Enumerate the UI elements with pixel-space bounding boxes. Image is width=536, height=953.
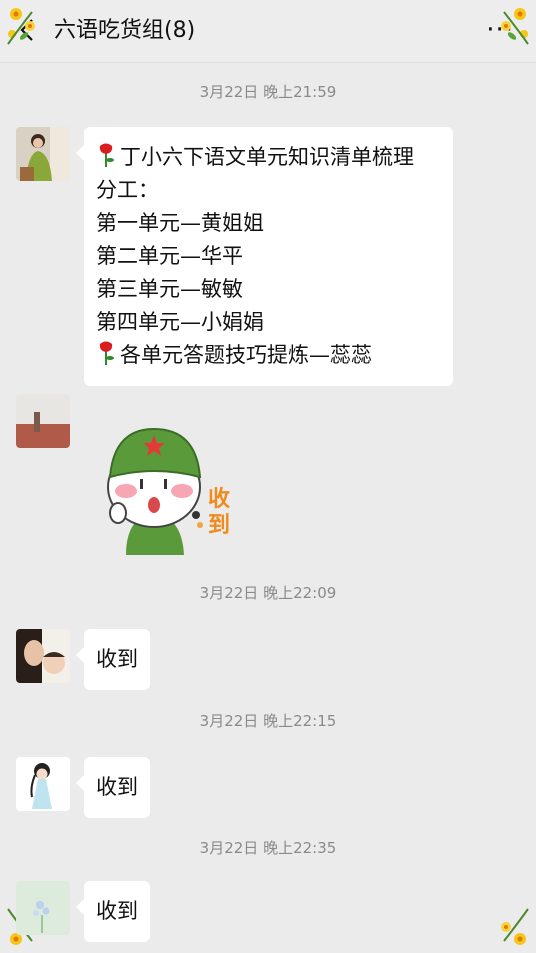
message-bubble[interactable]: 丁小六下语文单元知识清单梳理 分工： 第一单元—黄姐姐 第二单元—华平 第三单元… (76, 127, 453, 386)
message-line: 第一单元—黄姐姐 (96, 211, 264, 235)
avatar[interactable] (16, 629, 70, 683)
avatar-cartoon-girl-icon (16, 757, 70, 811)
message-text: 收到 (96, 775, 138, 799)
avatar-mother-child-icon (16, 629, 70, 683)
timestamp: 3月22日 晚上22:15 (199, 712, 337, 730)
sticker-image[interactable]: 收到 (104, 425, 244, 559)
message-line: 第二单元—华平 (96, 244, 243, 268)
message-bubble[interactable]: 收到 (76, 629, 150, 690)
flower-decoration-icon (501, 8, 529, 45)
avatar[interactable] (16, 757, 70, 811)
message-line: 第四单元—小娟娟 (96, 310, 264, 334)
sticker-text: 收到 (208, 487, 231, 538)
flower-decoration-icon (501, 908, 529, 945)
message-line: 各单元答题技巧提炼—蕊蕊 (96, 339, 441, 372)
chat-header: 六语吃货组(8) ··· (0, 0, 536, 63)
avatar-woman-icon (16, 127, 70, 181)
timestamp: 3月22日 晚上22:35 (199, 839, 337, 857)
avatar[interactable] (16, 881, 70, 935)
message-text: 收到 (96, 647, 138, 671)
message-text: 收到 (96, 899, 138, 923)
avatar[interactable] (16, 394, 70, 448)
rose-icon (99, 143, 114, 167)
avatar-flowers-icon (16, 881, 70, 935)
message-line: 第三单元—敏敏 (96, 277, 243, 301)
message-bubble[interactable]: 收到 (76, 881, 150, 942)
rose-icon (99, 341, 114, 365)
message-line: 丁小六下语文单元知识清单梳理 (96, 141, 441, 174)
avatar-field-icon (16, 394, 70, 448)
flower-decoration-icon (7, 8, 35, 45)
chat-title: 六语吃货组(8) (54, 18, 196, 43)
message-line: 分工： (96, 178, 159, 202)
timestamp: 3月22日 晚上21:59 (199, 83, 337, 101)
timestamp: 3月22日 晚上22:09 (199, 584, 337, 602)
message-bubble[interactable]: 收到 (76, 757, 150, 818)
avatar[interactable] (16, 127, 70, 181)
